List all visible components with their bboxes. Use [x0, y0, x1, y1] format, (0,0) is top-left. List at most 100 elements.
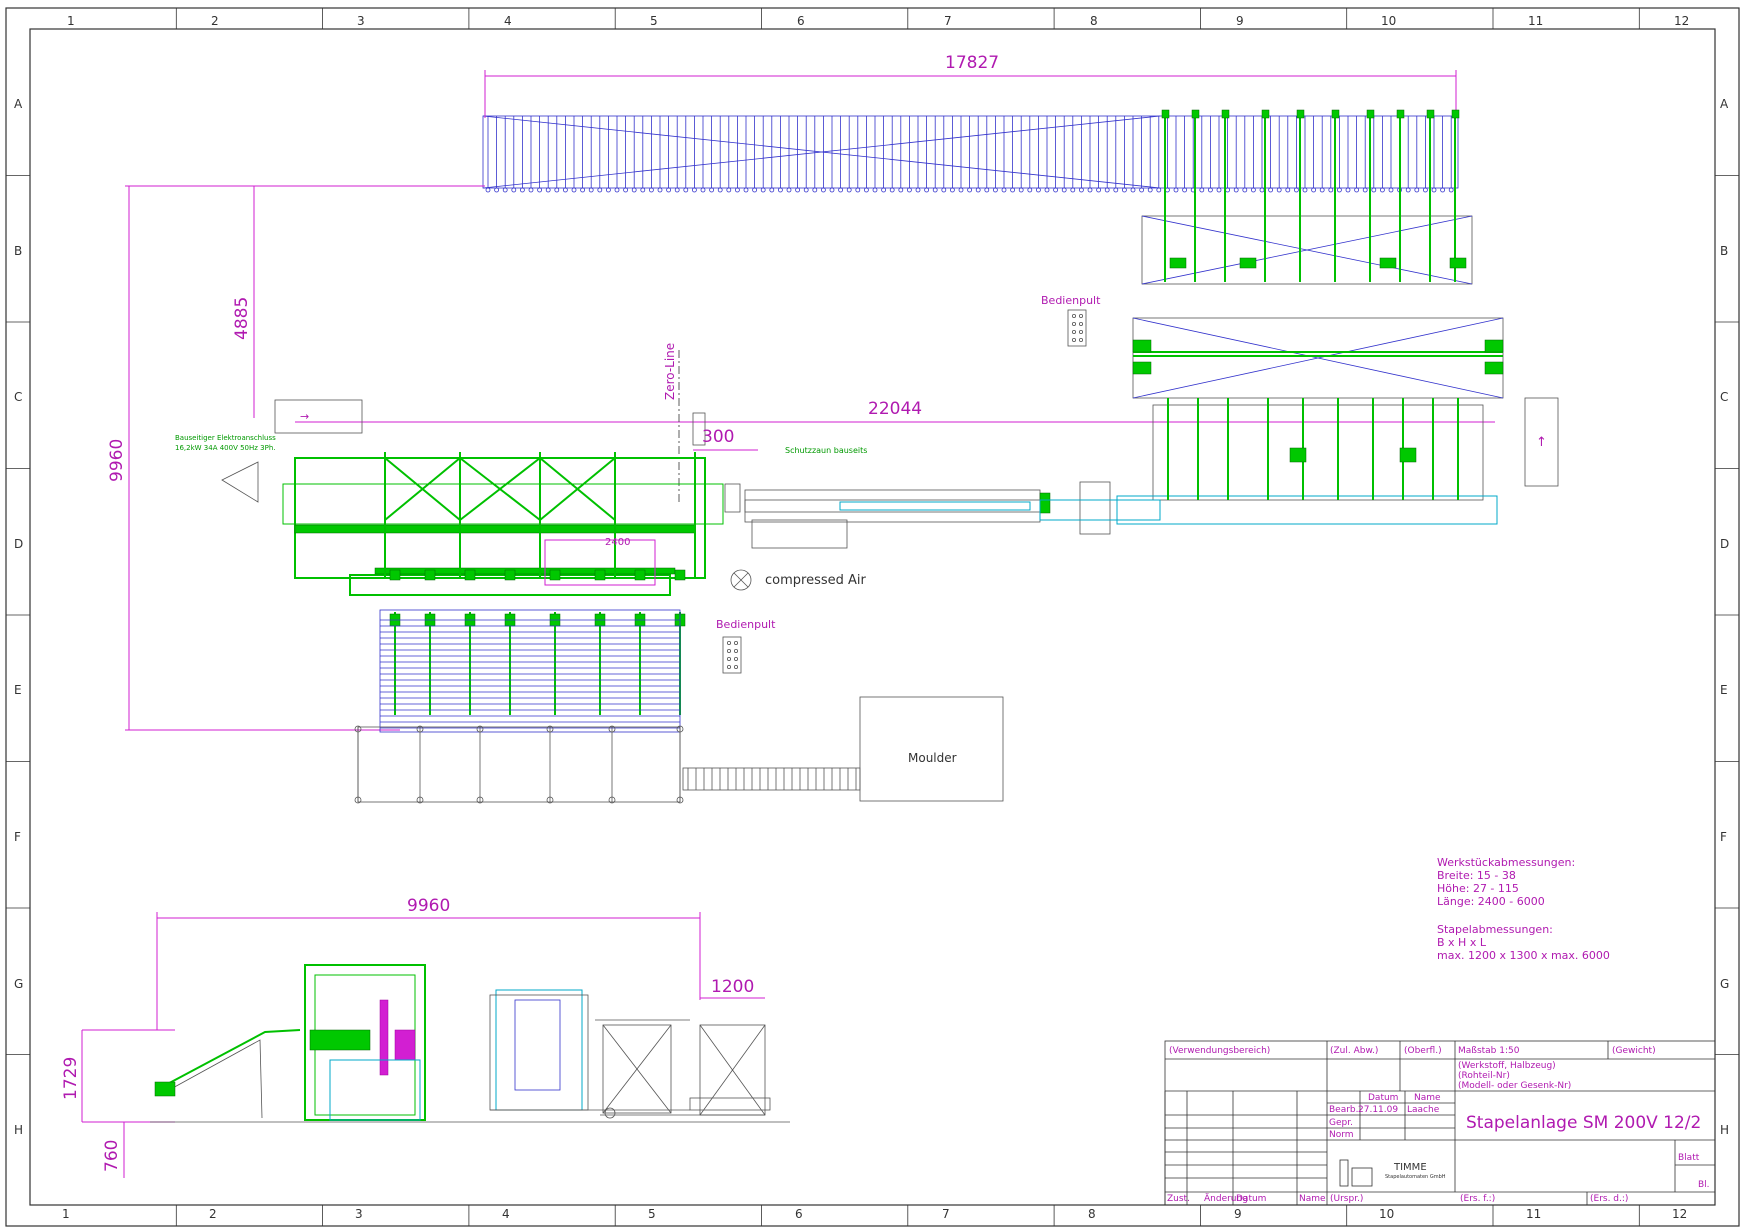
- row-label: D: [1720, 537, 1729, 551]
- roller-end: [1079, 187, 1084, 193]
- svg-text:Stapelabmessungen:: Stapelabmessungen:: [1437, 923, 1553, 936]
- col-label: 5: [650, 14, 658, 28]
- svg-text:Höhe: 27 - 115: Höhe: 27 - 115: [1437, 882, 1519, 895]
- row-label: G: [14, 977, 23, 991]
- dimension-label: 4885: [232, 297, 252, 340]
- roller-end: [1208, 187, 1213, 193]
- roller-end: [889, 187, 895, 193]
- svg-text:B x H x L: B x H x L: [1437, 936, 1487, 949]
- dimension-22044: 22044: [295, 399, 1495, 423]
- roller-end: [649, 187, 654, 193]
- roller-end: [1113, 187, 1119, 193]
- svg-text:Bedienpult: Bedienpult: [716, 618, 776, 631]
- svg-text:27.11.09: 27.11.09: [1358, 1105, 1398, 1115]
- roller-end: [752, 187, 757, 193]
- col-label: 8: [1088, 1207, 1096, 1221]
- roller-end: [511, 187, 517, 193]
- roller-end: [786, 187, 792, 193]
- row-label: H: [1720, 1123, 1729, 1137]
- col-label: 2: [211, 14, 219, 28]
- panel-button: [1079, 321, 1084, 326]
- roller-end: [898, 187, 904, 193]
- svg-text:2400: 2400: [605, 537, 630, 548]
- roller-end: [1122, 187, 1127, 193]
- roller-end: [941, 187, 947, 193]
- roller-end: [1061, 187, 1067, 193]
- panel-button: [1079, 337, 1084, 342]
- roller-end: [537, 187, 542, 193]
- svg-text:Datum: Datum: [1236, 1194, 1266, 1204]
- roller-end: [1431, 187, 1437, 193]
- svg-text:(Oberfl.): (Oberfl.): [1404, 1046, 1442, 1056]
- svg-text:Schutzzaun bauseits: Schutzzaun bauseits: [785, 446, 867, 455]
- roller-end: [735, 187, 740, 193]
- roller-end: [1242, 187, 1248, 193]
- roller-end: [1362, 187, 1368, 193]
- stacker-head: [1191, 109, 1200, 119]
- machine-drive: [389, 569, 401, 581]
- svg-text:Zero-Line: Zero-Line: [663, 343, 677, 400]
- row-label: A: [1720, 97, 1729, 111]
- title-block: (Verwendungsbereich) (Zul. Abw.) (Oberfl…: [1164, 1040, 1716, 1206]
- col-label: 6: [797, 14, 805, 28]
- svg-text:Name: Name: [1299, 1194, 1326, 1204]
- roller-end: [1354, 187, 1359, 193]
- roller-end: [760, 187, 766, 193]
- machine-drive: [634, 569, 646, 581]
- machine-drive: [594, 569, 606, 581]
- dimension-label: 9960: [407, 896, 450, 916]
- roller-end: [1225, 187, 1230, 193]
- roller-end: [485, 187, 491, 193]
- roller-end: [855, 187, 861, 193]
- row-label: A: [14, 97, 23, 111]
- row-label: E: [14, 683, 22, 697]
- panel-button: [1072, 337, 1077, 342]
- col-label: 6: [795, 1207, 803, 1221]
- stacker-head: [1426, 109, 1435, 119]
- roller-end: [1001, 187, 1007, 193]
- transfer-line: [724, 481, 1161, 549]
- svg-text:16,2kW 34A 400V 50Hz 3Ph.: 16,2kW 34A 400V 50Hz 3Ph.: [175, 444, 276, 452]
- roller-end: [1294, 187, 1299, 193]
- roller-end: [1414, 187, 1420, 193]
- roller-end: [1345, 187, 1351, 193]
- panel-button: [727, 649, 732, 654]
- roller-end: [881, 187, 886, 193]
- roller-end: [1087, 187, 1093, 193]
- roller-end: [606, 187, 611, 193]
- roller-end: [778, 187, 783, 193]
- roller-end: [1173, 187, 1179, 193]
- stacker-head: [1261, 109, 1270, 119]
- svg-text:compressed Air: compressed Air: [765, 573, 867, 588]
- roller-end: [795, 187, 800, 193]
- roller-end: [812, 187, 818, 193]
- row-label: D: [14, 537, 23, 551]
- roller-end: [1328, 187, 1334, 193]
- dimension-label: 760: [102, 1140, 122, 1172]
- col-label: 12: [1674, 14, 1689, 28]
- roller-end: [597, 187, 603, 193]
- roller-end: [657, 187, 663, 193]
- machine-drive: [549, 569, 561, 581]
- compressed-air: compressed Air: [730, 569, 867, 591]
- roller-end: [821, 187, 826, 193]
- stacker-head: [1161, 109, 1170, 119]
- roller-end: [924, 187, 929, 193]
- row-label: C: [1720, 390, 1728, 404]
- svg-text:→: →: [300, 410, 309, 423]
- dimension-label: 300: [702, 427, 734, 447]
- col-label: 12: [1672, 1207, 1687, 1221]
- stacker-head: [1296, 109, 1305, 119]
- roller-end: [580, 187, 585, 193]
- svg-text:(Gewicht): (Gewicht): [1612, 1046, 1656, 1056]
- roller-end: [666, 187, 671, 193]
- roller-end: [692, 187, 697, 193]
- svg-text:TIMME: TIMME: [1393, 1162, 1427, 1173]
- roller-end: [1027, 187, 1033, 193]
- roller-end: [1233, 187, 1239, 193]
- col-label: 4: [502, 1207, 510, 1221]
- machine-drive: [674, 569, 686, 581]
- svg-text:Gepr.: Gepr.: [1329, 1118, 1353, 1128]
- roller-end: [915, 187, 921, 193]
- col-label: 3: [355, 1207, 363, 1221]
